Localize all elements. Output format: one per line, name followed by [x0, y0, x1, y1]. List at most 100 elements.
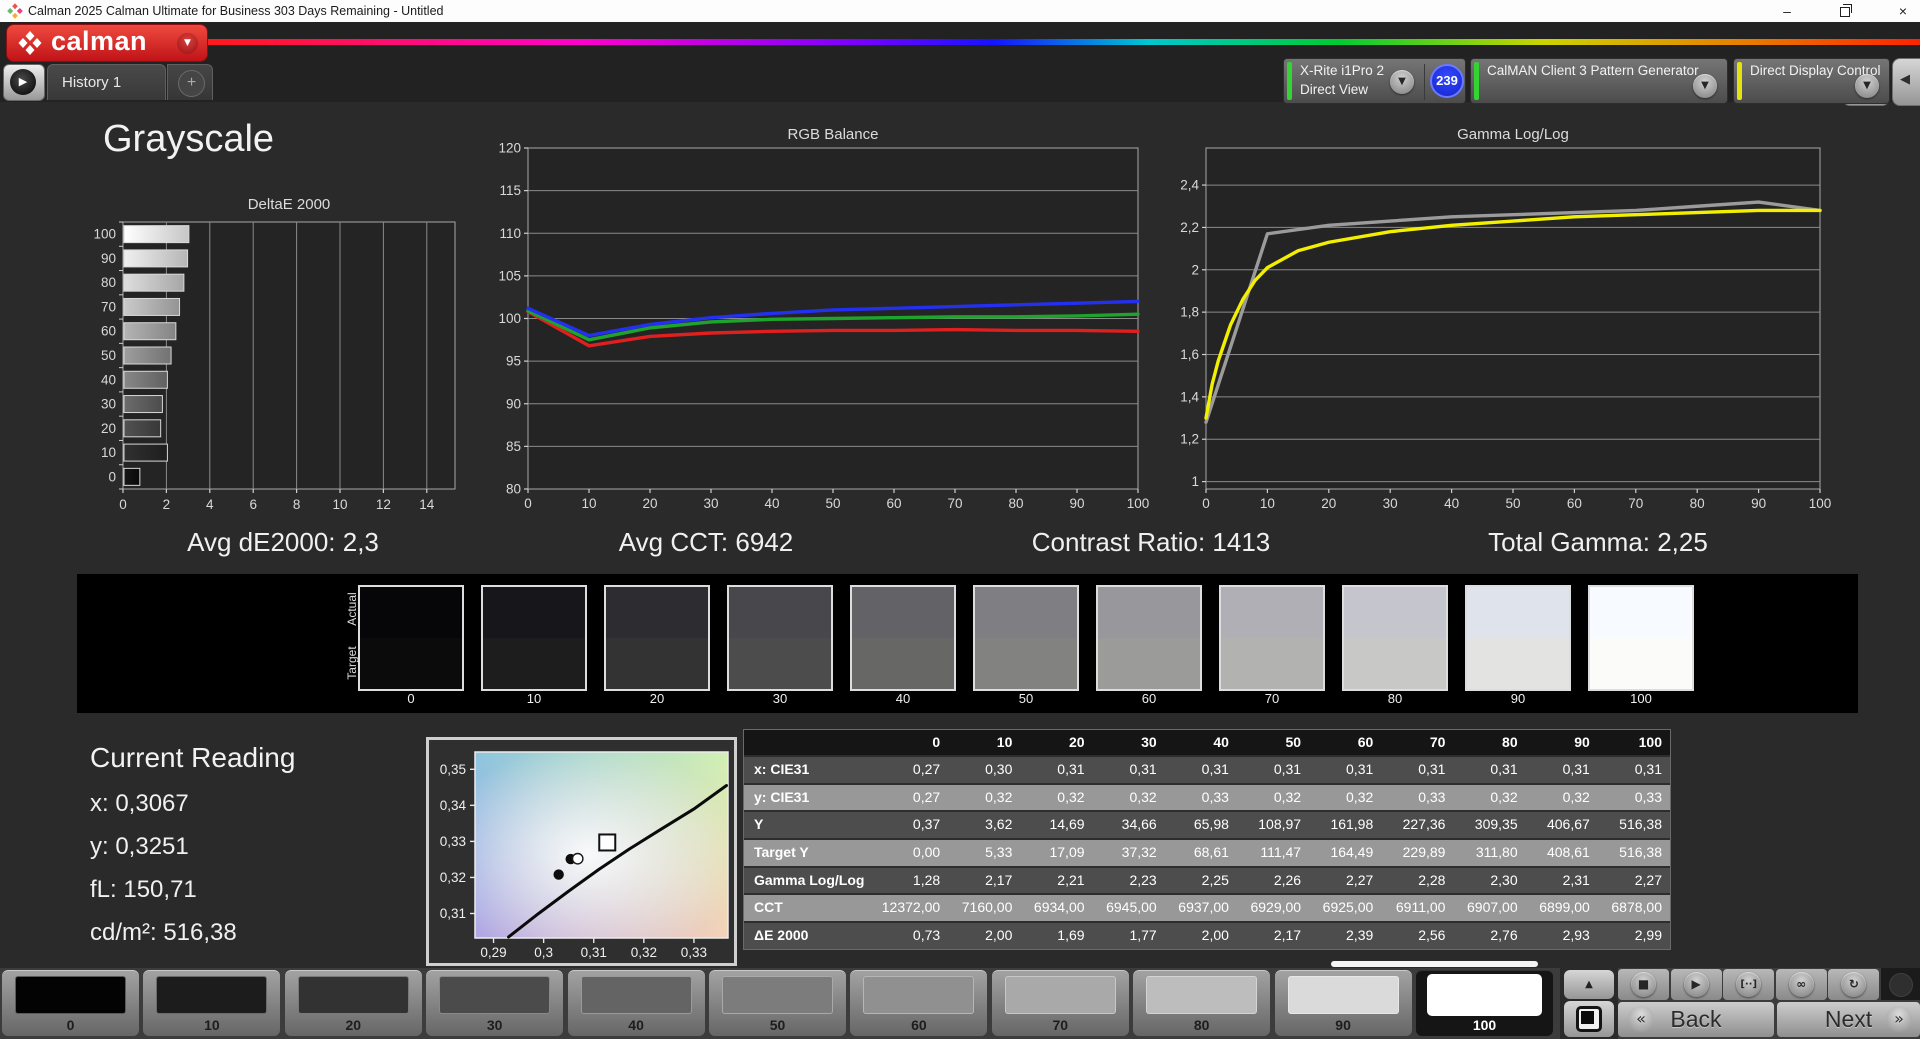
- svg-text:40: 40: [764, 496, 779, 511]
- tab-scroll-button[interactable]: ▶: [3, 64, 45, 101]
- svg-text:2: 2: [163, 497, 171, 512]
- table-scrollbar[interactable]: [1331, 961, 1538, 967]
- column-header: 60: [1357, 734, 1374, 750]
- pattern-tile-60[interactable]: 60: [850, 970, 988, 1036]
- svg-text:85: 85: [506, 439, 521, 454]
- svg-text:8: 8: [293, 497, 301, 512]
- tile-label: 20: [345, 1017, 362, 1033]
- record-icon[interactable]: [1889, 973, 1913, 997]
- current-reading-cdm2: cd/m²: 516,38: [90, 919, 237, 946]
- table-row: Y 0,37 3,62 14,69 34,66 65,98 108,97 161,98 227,…: [744, 810, 1670, 839]
- pattern-tile-70[interactable]: 70: [991, 970, 1129, 1036]
- table-corner: [744, 730, 876, 755]
- svg-text:14: 14: [419, 497, 435, 512]
- tab-history-1[interactable]: History 1: [47, 64, 166, 100]
- table-row: x: CIE31 0,27 0,30 0,31 0,31 0,31 0,31 0,31 0,31…: [744, 755, 1670, 783]
- pattern-tile-90[interactable]: 90: [1274, 970, 1412, 1036]
- close-button[interactable]: ×: [1880, 0, 1920, 22]
- swatch-target: [1221, 638, 1323, 689]
- refresh-button[interactable]: ↻: [1828, 969, 1880, 1000]
- swatch-actual: [1467, 587, 1569, 638]
- stat-total-gamma: Total Gamma: 2,25: [1488, 527, 1708, 557]
- tile-label: 100: [1472, 1017, 1497, 1033]
- calman-logo-button[interactable]: calman ▼: [6, 24, 208, 62]
- pattern-up-button[interactable]: ▲: [1564, 970, 1614, 999]
- swatch-target: [975, 638, 1077, 689]
- table-cell: 516,38: [1619, 844, 1662, 861]
- pattern-tile-100[interactable]: 100: [1416, 970, 1553, 1036]
- device-dropdown-1[interactable]: X-Rite i1Pro 2 Direct View ▼ 239: [1283, 58, 1466, 104]
- tile-patch: [15, 976, 126, 1014]
- table-cell: 2,27: [1634, 871, 1662, 888]
- next-button[interactable]: Next »: [1777, 1002, 1920, 1037]
- table-cell: 2,30: [1490, 871, 1518, 888]
- table-cell: 108,97: [1258, 816, 1302, 833]
- collapse-panel-button[interactable]: ◀: [1892, 58, 1920, 106]
- table-cell: 0,31: [1418, 761, 1446, 777]
- chevron-down-icon[interactable]: ▼: [1693, 74, 1717, 98]
- tile-label: 90: [1335, 1017, 1351, 1033]
- table-cell: 2,39: [1346, 927, 1374, 944]
- tile-patch: [439, 976, 551, 1014]
- svg-text:20: 20: [1321, 496, 1336, 511]
- stop-button[interactable]: ■: [1618, 969, 1669, 1000]
- cie-chart: 0,31 0,32 0,33 0,34 0,35 0,29 0,3 0,31 0,32 0,33: [426, 737, 737, 966]
- back-button[interactable]: « Back: [1618, 1002, 1774, 1037]
- add-tab-button[interactable]: +: [167, 64, 213, 100]
- logo-menu-chevron-icon[interactable]: ▼: [177, 33, 198, 54]
- continuous-button[interactable]: ∞: [1775, 969, 1827, 1000]
- table-row: Gamma Log/Log 1,28 2,17 2,21 2,23 2,25 2,26 2,2…: [744, 865, 1670, 894]
- chevron-down-icon[interactable]: ▼: [1390, 70, 1414, 94]
- table-cell: 0,32: [1057, 788, 1085, 805]
- grayscale-swatch-0: [358, 585, 464, 691]
- column-header: 40: [1213, 734, 1229, 750]
- table-cell: 2,76: [1490, 927, 1518, 944]
- current-reading-x: x: 0,3067: [90, 790, 189, 817]
- grayscale-swatch-100: [1588, 585, 1694, 691]
- play-button[interactable]: ▶: [1670, 969, 1722, 1000]
- play-icon: ▶: [1683, 972, 1709, 997]
- swatch-target: [1098, 638, 1200, 689]
- pattern-tile-80[interactable]: 80: [1133, 970, 1271, 1036]
- table-cell: 2,17: [985, 871, 1013, 888]
- swatch-target: [729, 638, 831, 689]
- pattern-tile-0[interactable]: 0: [2, 970, 139, 1036]
- grayscale-swatch-10: [481, 585, 587, 691]
- table-cell: 229,89: [1402, 844, 1446, 861]
- meter-count-badge[interactable]: 239: [1430, 64, 1464, 98]
- tile-label: 10: [204, 1017, 220, 1033]
- cie-plot: 0,31 0,32 0,33 0,34 0,35 0,29 0,3 0,31 0,32 0,33: [440, 751, 729, 960]
- svg-text:115: 115: [499, 183, 521, 198]
- pattern-tile-50[interactable]: 50: [709, 970, 846, 1036]
- table-cell: 6929,00: [1250, 899, 1302, 916]
- table-cell: 6925,00: [1322, 899, 1374, 916]
- pattern-tile-40[interactable]: 40: [567, 970, 705, 1036]
- table-cell: 1,69: [1057, 927, 1085, 944]
- device-dropdown-3[interactable]: Direct Display Control ▼: [1733, 58, 1890, 104]
- svg-text:90: 90: [101, 251, 116, 266]
- chevron-down-icon[interactable]: ▼: [1855, 74, 1879, 98]
- table-cell: 2,00: [985, 927, 1013, 944]
- grayscale-swatch-30: [727, 585, 833, 691]
- current-reading-y: y: 0,3251: [90, 833, 189, 860]
- minimize-button[interactable]: –: [1764, 0, 1810, 22]
- svg-text:80: 80: [506, 482, 521, 497]
- restore-button[interactable]: [1822, 0, 1868, 22]
- pattern-tile-30[interactable]: 30: [426, 970, 564, 1036]
- row-label: ΔE 2000: [754, 927, 809, 944]
- device-dropdown-2[interactable]: CalMAN Client 3 Pattern Generator ▼: [1470, 58, 1728, 104]
- svg-text:0,35: 0,35: [440, 762, 466, 777]
- pattern-position-button[interactable]: [1564, 1001, 1614, 1037]
- svg-text:60: 60: [1567, 496, 1582, 511]
- row-label: Y: [754, 816, 764, 833]
- table-cell: 17,09: [1049, 844, 1085, 861]
- window-title: Calman 2025 Calman Ultimate for Business…: [28, 4, 444, 18]
- svg-text:0,33: 0,33: [681, 945, 707, 960]
- table-header-row: 0 10 20 30 40 50 60 70 80 90 100: [744, 730, 1670, 755]
- pattern-tile-10[interactable]: 10: [143, 970, 281, 1036]
- pattern-tile-20[interactable]: 20: [284, 970, 422, 1036]
- measure-button[interactable]: [··]: [1723, 969, 1775, 1000]
- swatch-level-label: 0: [407, 691, 415, 706]
- table-cell: 2,23: [1129, 871, 1157, 888]
- svg-text:1,4: 1,4: [1180, 389, 1199, 404]
